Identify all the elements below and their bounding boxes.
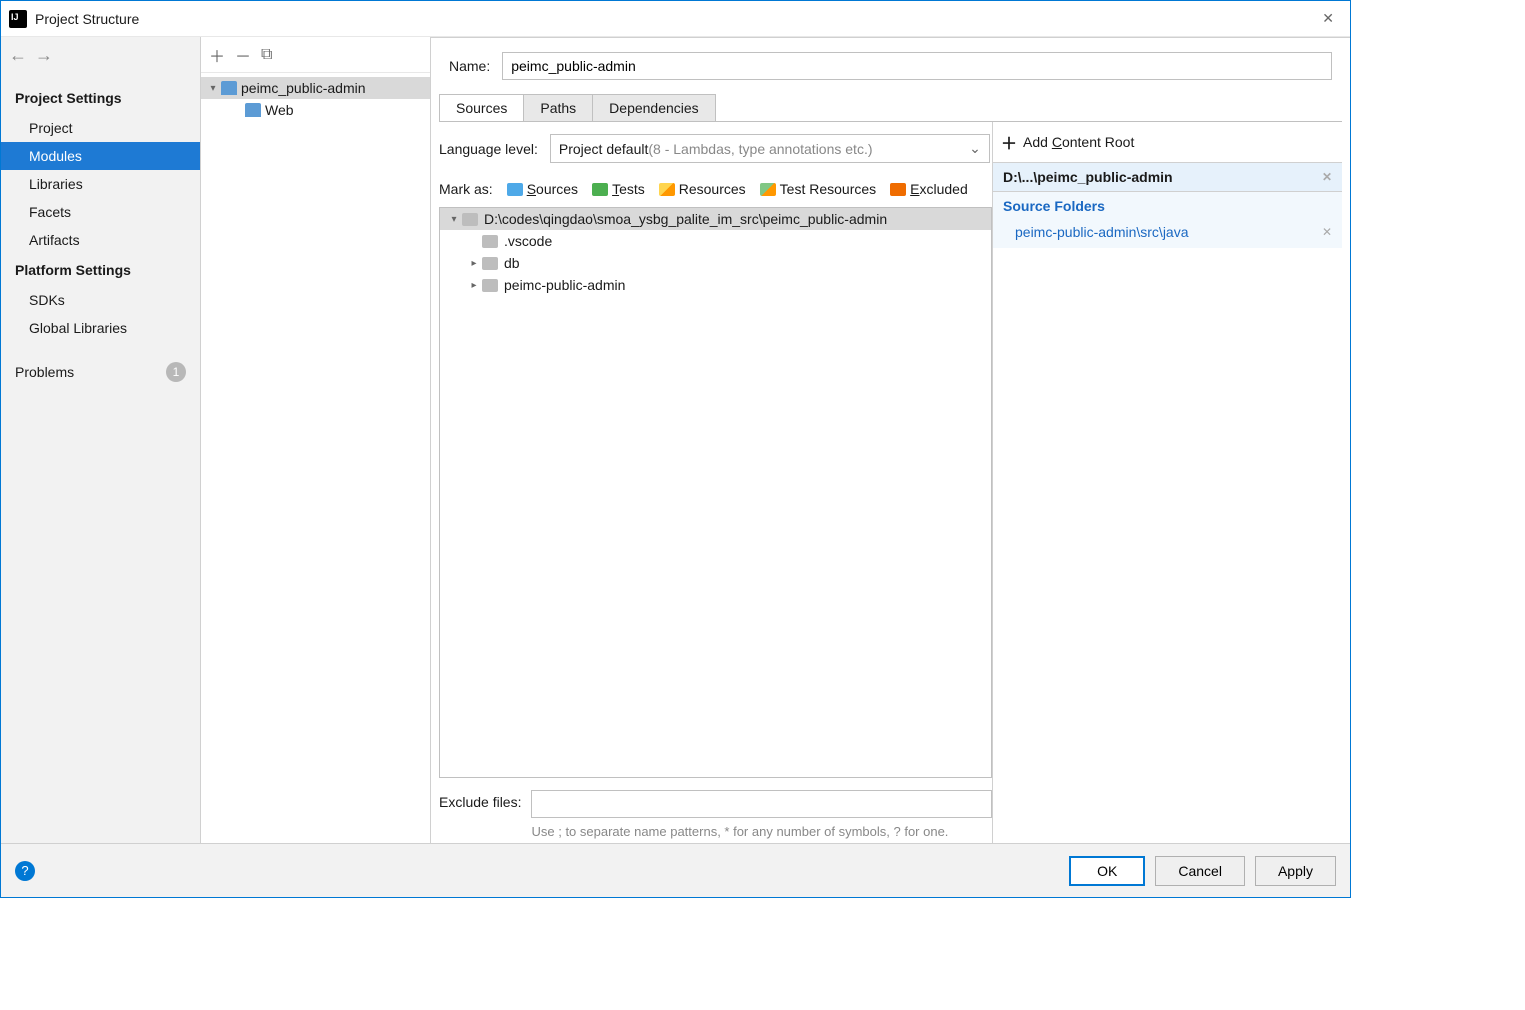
test-resources-icon bbox=[760, 183, 776, 196]
sidebar-item-modules[interactable]: Modules bbox=[1, 142, 200, 170]
module-root[interactable]: ▾ peimc_public-admin bbox=[201, 77, 430, 99]
sidebar: ← → Project Settings Project Modules Lib… bbox=[1, 37, 201, 843]
sidebar-item-project[interactable]: Project bbox=[1, 114, 200, 142]
mark-test-resources-button[interactable]: Test Resources bbox=[760, 181, 876, 197]
content-root-item[interactable]: D:\...\peimc_public-admin ✕ bbox=[993, 162, 1342, 192]
module-tree-panel: ＋ － ⧉ ▾ peimc_public-admin ▾ Web bbox=[201, 37, 431, 843]
sidebar-item-problems[interactable]: Problems 1 bbox=[1, 354, 200, 390]
name-input[interactable] bbox=[502, 52, 1332, 80]
section-project-settings: Project Settings bbox=[1, 82, 200, 114]
cancel-button[interactable]: Cancel bbox=[1155, 856, 1245, 886]
folder-icon bbox=[482, 257, 498, 270]
mark-tests-button[interactable]: Tests bbox=[592, 181, 645, 197]
folder-vscode[interactable]: ▸ .vscode bbox=[440, 230, 991, 252]
language-level-label: Language level: bbox=[439, 141, 538, 157]
section-platform-settings: Platform Settings bbox=[1, 254, 200, 286]
sidebar-item-global-libraries[interactable]: Global Libraries bbox=[1, 314, 200, 342]
remove-module-icon[interactable]: － bbox=[235, 43, 251, 67]
add-module-icon[interactable]: ＋ bbox=[209, 43, 225, 67]
folder-icon bbox=[482, 235, 498, 248]
resources-icon bbox=[659, 183, 675, 196]
chevron-down-icon[interactable]: ▾ bbox=[446, 214, 462, 225]
sidebar-item-facets[interactable]: Facets bbox=[1, 198, 200, 226]
tests-icon bbox=[592, 183, 608, 196]
excluded-icon bbox=[890, 183, 906, 196]
source-folder-item[interactable]: peimc-public-admin\src\java ✕ bbox=[993, 220, 1342, 248]
mark-resources-button[interactable]: Resources bbox=[659, 181, 746, 197]
close-icon[interactable]: ✕ bbox=[1314, 6, 1342, 31]
plus-icon: ＋ bbox=[1001, 130, 1017, 154]
problems-count-badge: 1 bbox=[166, 362, 186, 382]
exclude-files-input[interactable] bbox=[531, 790, 992, 818]
mark-excluded-button[interactable]: Excluded bbox=[890, 181, 968, 197]
exclude-files-hint: Use ; to separate name patterns, * for a… bbox=[531, 818, 992, 839]
detail-panel: Name: Sources Paths Dependencies Languag… bbox=[431, 37, 1350, 843]
tab-paths[interactable]: Paths bbox=[523, 94, 593, 121]
chevron-right-icon[interactable]: ▸ bbox=[466, 280, 482, 291]
source-folder-tree[interactable]: ▾ D:\codes\qingdao\smoa_ysbg_palite_im_s… bbox=[439, 207, 992, 778]
problems-label: Problems bbox=[15, 364, 166, 380]
apply-button[interactable]: Apply bbox=[1255, 856, 1336, 886]
folder-peimc-public-admin[interactable]: ▸ peimc-public-admin bbox=[440, 274, 991, 296]
remove-source-folder-icon[interactable]: ✕ bbox=[1322, 225, 1332, 239]
module-name: peimc_public-admin bbox=[241, 80, 366, 96]
exclude-files-label: Exclude files: bbox=[439, 790, 521, 810]
source-folders-header: Source Folders bbox=[993, 192, 1342, 220]
folder-icon bbox=[482, 279, 498, 292]
module-facet-web[interactable]: ▾ Web bbox=[201, 99, 430, 121]
window-title: Project Structure bbox=[35, 11, 1314, 27]
module-icon bbox=[221, 81, 237, 95]
tab-sources[interactable]: Sources bbox=[439, 94, 524, 121]
mark-sources-button[interactable]: Sources bbox=[507, 181, 578, 197]
chevron-right-icon[interactable]: ▸ bbox=[466, 258, 482, 269]
mark-as-label: Mark as: bbox=[439, 181, 493, 197]
add-content-root-button[interactable]: ＋ Add Content Root bbox=[993, 122, 1342, 162]
facet-name: Web bbox=[265, 102, 294, 118]
remove-content-root-icon[interactable]: ✕ bbox=[1322, 170, 1332, 184]
help-icon[interactable]: ? bbox=[15, 861, 35, 881]
sidebar-item-artifacts[interactable]: Artifacts bbox=[1, 226, 200, 254]
nav-back-icon[interactable]: ← bbox=[9, 45, 27, 66]
sources-icon bbox=[507, 183, 523, 196]
copy-module-icon[interactable]: ⧉ bbox=[261, 46, 272, 64]
chevron-down-icon[interactable]: ▾ bbox=[205, 83, 221, 94]
sidebar-item-libraries[interactable]: Libraries bbox=[1, 170, 200, 198]
ok-button[interactable]: OK bbox=[1069, 856, 1145, 886]
folder-icon bbox=[462, 213, 478, 226]
web-icon bbox=[245, 103, 261, 117]
tab-dependencies[interactable]: Dependencies bbox=[592, 94, 716, 121]
chevron-down-icon: ⌄ bbox=[969, 140, 981, 157]
app-icon bbox=[9, 10, 27, 28]
folder-db[interactable]: ▸ db bbox=[440, 252, 991, 274]
name-label: Name: bbox=[449, 58, 490, 74]
sidebar-item-sdks[interactable]: SDKs bbox=[1, 286, 200, 314]
folder-root[interactable]: ▾ D:\codes\qingdao\smoa_ysbg_palite_im_s… bbox=[440, 208, 991, 230]
language-level-select[interactable]: Project default (8 - Lambdas, type annot… bbox=[550, 134, 990, 163]
nav-forward-icon[interactable]: → bbox=[35, 45, 53, 66]
